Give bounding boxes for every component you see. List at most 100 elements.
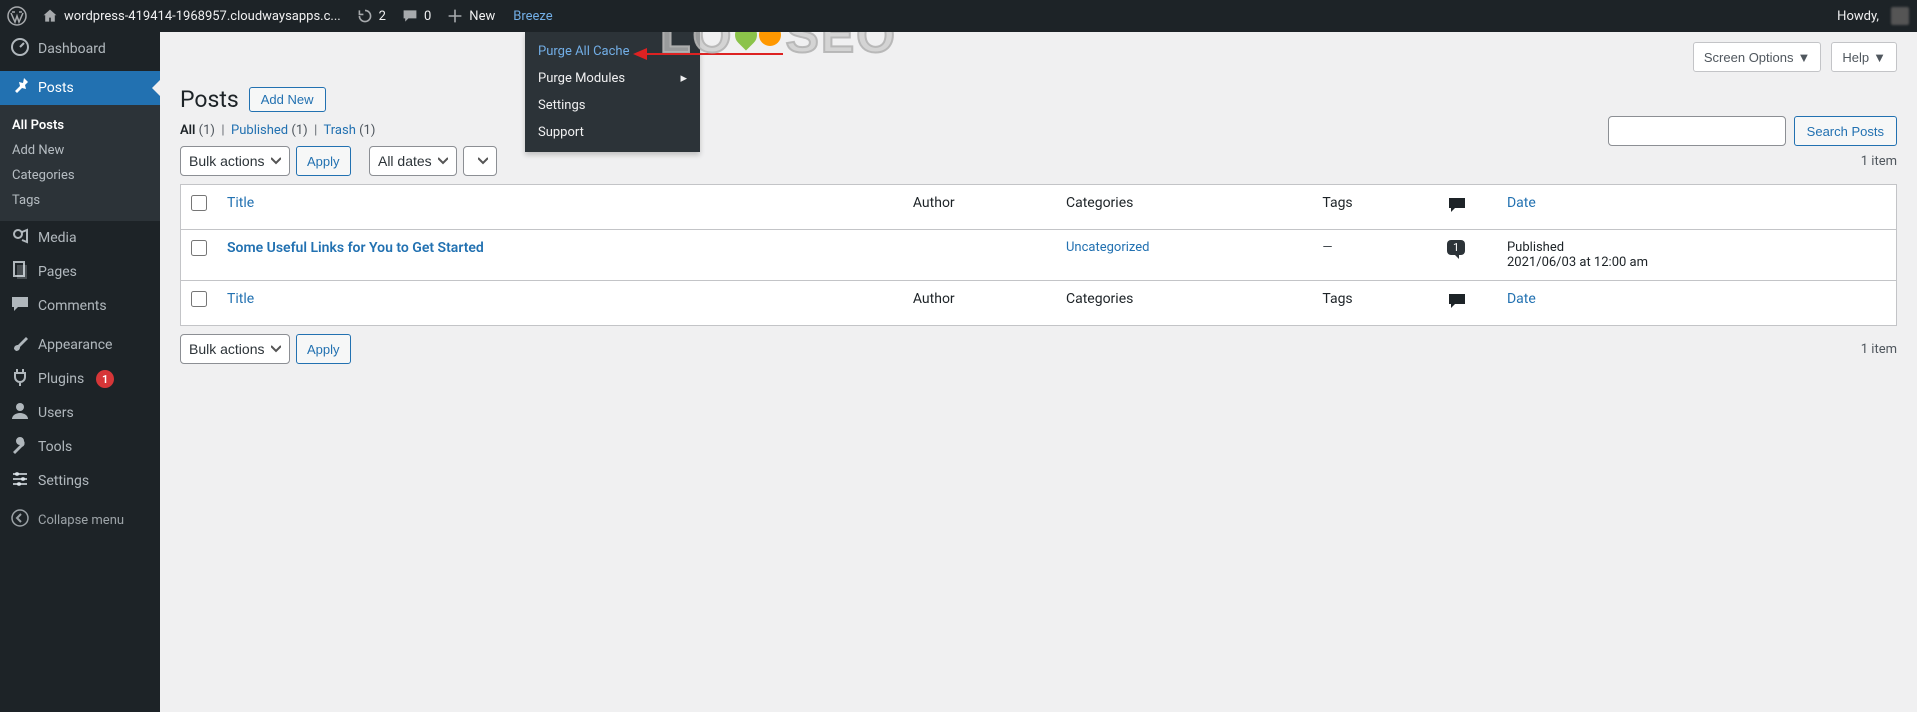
comment-column-icon[interactable] [1447, 291, 1467, 311]
filter-trash-count: (1) [359, 123, 375, 138]
table-footer-row: Title Author Categories Tags Date [181, 280, 1896, 325]
home-icon [42, 8, 58, 24]
comment-icon [402, 8, 418, 24]
comments-link[interactable]: 0 [394, 0, 439, 32]
sidebar-item-media[interactable]: Media [0, 221, 160, 255]
collapse-menu-button[interactable]: Collapse menu [0, 503, 160, 537]
submenu-all-posts[interactable]: All Posts [0, 113, 160, 138]
col-categories: Categories [1066, 291, 1133, 307]
filter-all-label[interactable]: All [180, 123, 195, 138]
submenu-categories[interactable]: Categories [0, 163, 160, 188]
sidebar-item-users[interactable]: Users [0, 396, 160, 430]
chevron-down-icon: ▼ [1798, 50, 1811, 65]
sidebar-item-plugins[interactable]: Plugins 1 [0, 362, 160, 396]
select-all-checkbox[interactable] [191, 195, 207, 211]
sidebar-label: Comments [38, 298, 107, 314]
sidebar-item-settings[interactable]: Settings [0, 464, 160, 498]
main-content: Screen Options ▼ Help ▼ Posts Add New Al… [160, 32, 1917, 384]
post-date: 2021/06/03 at 12:00 am [1507, 255, 1886, 270]
col-author: Author [913, 291, 955, 307]
updates-count: 2 [379, 9, 386, 24]
filter-trash[interactable]: Trash [324, 123, 356, 138]
updates-link[interactable]: 2 [349, 0, 394, 32]
pages-icon [10, 260, 30, 285]
wrench-icon [10, 435, 30, 460]
add-new-button[interactable]: Add New [249, 87, 326, 112]
col-date[interactable]: Date [1507, 195, 1536, 211]
sidebar-label: Dashboard [38, 41, 106, 57]
admin-sidebar: Dashboard Posts All Posts Add New Catego… [0, 32, 160, 712]
select-all-checkbox-bottom[interactable] [191, 291, 207, 307]
post-category-link[interactable]: Uncategorized [1066, 240, 1149, 255]
howdy-text: Howdy, [1837, 9, 1879, 24]
sidebar-label: Pages [38, 264, 77, 280]
user-icon [10, 401, 30, 426]
plugins-update-badge: 1 [96, 370, 114, 388]
post-title-link[interactable]: Some Useful Links for You to Get Started [227, 240, 484, 256]
comment-column-icon[interactable] [1447, 195, 1467, 215]
filter-published-count: (1) [291, 123, 307, 138]
bulk-actions-select[interactable]: Bulk actions [180, 146, 290, 176]
plug-icon [10, 367, 30, 392]
col-tags: Tags [1322, 195, 1352, 211]
help-button[interactable]: Help ▼ [1831, 42, 1897, 72]
refresh-icon [357, 8, 373, 24]
apply-bulk-button-bottom[interactable]: Apply [296, 334, 351, 364]
page-title: Posts [180, 86, 239, 113]
comment-icon [10, 294, 30, 319]
sidebar-item-posts[interactable]: Posts [0, 71, 160, 105]
posts-submenu: All Posts Add New Categories Tags [0, 105, 160, 221]
filter-published[interactable]: Published [231, 123, 288, 138]
sidebar-label: Settings [38, 473, 89, 489]
apply-bulk-button[interactable]: Apply [296, 146, 351, 176]
media-icon [10, 226, 30, 251]
chevron-down-icon: ▼ [1873, 50, 1886, 65]
category-filter-select[interactable]: Al [463, 146, 497, 176]
plus-icon [447, 8, 463, 24]
submenu-add-new[interactable]: Add New [0, 138, 160, 163]
pin-icon [10, 76, 30, 101]
bulk-actions-select-bottom[interactable]: Bulk actions [180, 334, 290, 364]
help-label: Help [1842, 50, 1869, 65]
sidebar-label: Media [38, 230, 77, 246]
sidebar-item-tools[interactable]: Tools [0, 430, 160, 464]
col-categories: Categories [1066, 195, 1133, 211]
breeze-menu-trigger[interactable]: Breeze [503, 0, 562, 32]
site-name-link[interactable]: wordpress-419414-1968957.cloudwaysapps.c… [34, 0, 349, 32]
avatar [1891, 7, 1909, 25]
post-date-status: Published [1507, 240, 1886, 255]
sidebar-label: Plugins [38, 371, 84, 387]
col-title[interactable]: Title [227, 291, 254, 307]
brush-icon [10, 333, 30, 358]
item-count-top: 1 item [1861, 154, 1897, 169]
search-input[interactable] [1608, 116, 1786, 146]
posts-table: Title Author Categories Tags Date Some U… [180, 184, 1897, 326]
dashboard-icon [10, 37, 30, 62]
wordpress-icon [7, 6, 27, 26]
sidebar-label: Appearance [38, 337, 112, 353]
sidebar-label: Posts [38, 80, 74, 96]
wordpress-logo[interactable] [0, 0, 34, 32]
post-comment-count[interactable]: 1 [1447, 240, 1465, 255]
comments-count: 0 [424, 9, 431, 24]
col-title[interactable]: Title [227, 195, 254, 211]
new-label: New [469, 9, 495, 24]
sidebar-item-comments[interactable]: Comments [0, 289, 160, 323]
sidebar-label: Tools [38, 439, 72, 455]
screen-options-button[interactable]: Screen Options ▼ [1693, 42, 1821, 72]
my-account-link[interactable]: Howdy, [1829, 0, 1917, 32]
search-posts-button[interactable]: Search Posts [1794, 116, 1897, 146]
sidebar-item-appearance[interactable]: Appearance [0, 328, 160, 362]
sidebar-item-dashboard[interactable]: Dashboard [0, 32, 160, 66]
date-filter-select[interactable]: All dates [369, 146, 457, 176]
site-name-text: wordpress-419414-1968957.cloudwaysapps.c… [64, 9, 341, 24]
new-content-link[interactable]: New [439, 0, 503, 32]
item-count-bottom: 1 item [1861, 342, 1897, 357]
col-author: Author [913, 195, 955, 211]
sidebar-label: Users [38, 405, 74, 421]
admin-toolbar: wordpress-419414-1968957.cloudwaysapps.c… [0, 0, 1917, 32]
sidebar-item-pages[interactable]: Pages [0, 255, 160, 289]
submenu-tags[interactable]: Tags [0, 188, 160, 213]
col-date[interactable]: Date [1507, 291, 1536, 307]
row-checkbox[interactable] [191, 240, 207, 256]
